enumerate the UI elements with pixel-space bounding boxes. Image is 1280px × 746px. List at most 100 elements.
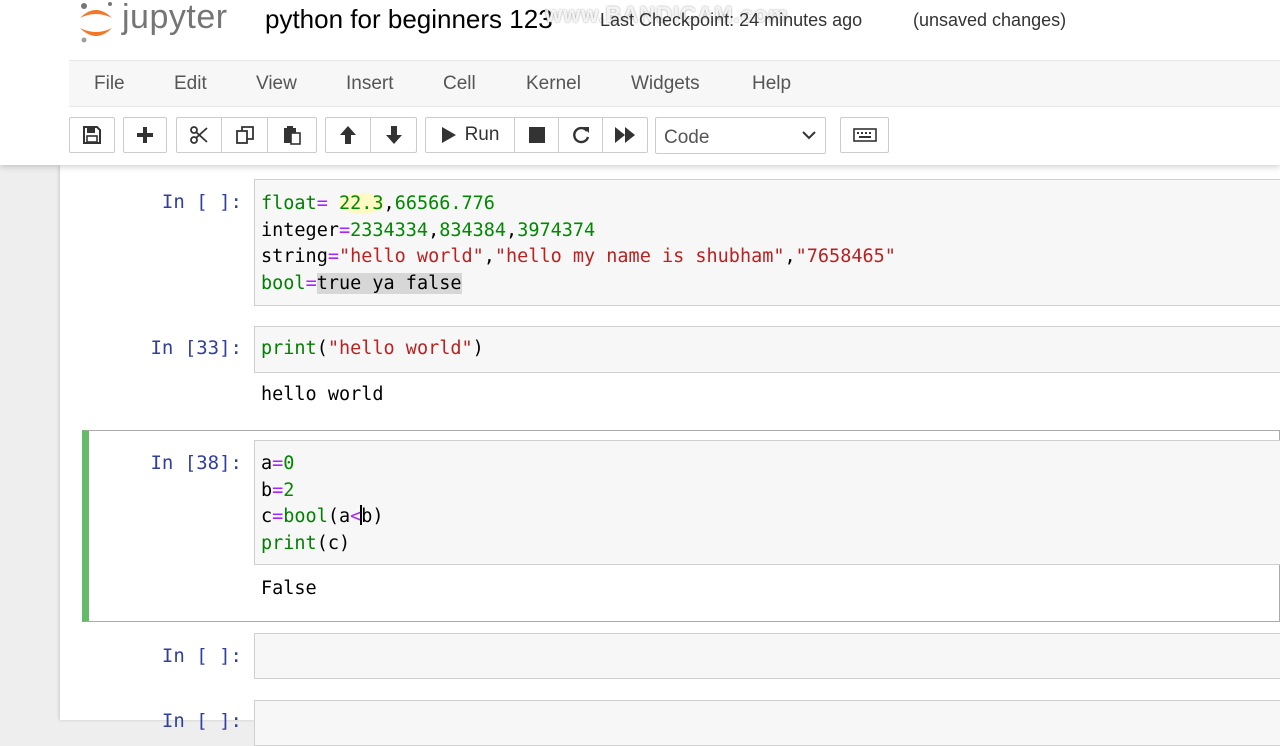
code-input[interactable]: a=0 b=2 c=bool(a<b) print(c) bbox=[254, 440, 1280, 565]
restart-button[interactable] bbox=[558, 117, 603, 153]
stop-icon bbox=[528, 127, 545, 143]
code-input[interactable]: float= 22.3,66566.776 integer=2334334,83… bbox=[254, 179, 1280, 306]
code-token: = bbox=[316, 193, 339, 214]
unsaved-status: (unsaved changes) bbox=[913, 10, 1067, 30]
cell-output: False bbox=[261, 578, 317, 599]
code-token: , bbox=[428, 219, 440, 241]
menu-view[interactable]: View bbox=[256, 73, 297, 95]
copy-button[interactable] bbox=[221, 117, 268, 153]
keyboard-icon bbox=[852, 128, 877, 142]
code-token: = bbox=[327, 246, 339, 268]
jupyter-logo-icon bbox=[80, 2, 112, 43]
cell-type-select[interactable]: Code bbox=[655, 117, 826, 154]
code-token: "7658465" bbox=[795, 246, 896, 268]
code-token: bool bbox=[283, 506, 328, 528]
menu-help[interactable]: Help bbox=[752, 73, 791, 95]
code-token: b) bbox=[361, 506, 384, 528]
code-token: (a bbox=[327, 506, 351, 528]
code-token: 2334334 bbox=[350, 219, 429, 241]
code-line: print(c) bbox=[261, 531, 1280, 558]
code-line: b=2 bbox=[261, 478, 1280, 505]
run-label: Run bbox=[464, 124, 500, 145]
code-token: = bbox=[272, 479, 284, 501]
code-input[interactable] bbox=[254, 700, 1280, 746]
code-token: 0 bbox=[283, 453, 295, 474]
notebook-header: jupyter python for beginners 123 www.BAN… bbox=[0, 0, 1280, 165]
code-token: , bbox=[506, 219, 518, 241]
arrow-down-icon bbox=[385, 126, 402, 144]
move-down-button[interactable] bbox=[370, 117, 417, 153]
logo-text: jupyter bbox=[122, 0, 228, 36]
paste-icon bbox=[284, 126, 301, 145]
code-token: b bbox=[261, 479, 273, 501]
input-prompt: In [ ]: bbox=[161, 645, 242, 667]
menu-widgets[interactable]: Widgets bbox=[631, 73, 700, 95]
scissors-icon bbox=[190, 126, 208, 144]
insert-cell-button[interactable] bbox=[123, 117, 167, 153]
code-token: float bbox=[261, 193, 317, 214]
code-token: 2 bbox=[283, 479, 295, 501]
input-prompt: In [ ]: bbox=[161, 710, 242, 732]
arrow-up-icon bbox=[340, 126, 356, 144]
chevron-down-icon bbox=[802, 131, 816, 140]
code-token: a bbox=[261, 453, 273, 474]
code-token: 22.3 bbox=[338, 193, 384, 214]
input-prompt: In [33]: bbox=[150, 337, 242, 359]
code-token: , bbox=[383, 193, 395, 214]
play-icon bbox=[441, 127, 456, 143]
code-line: string="hello world","hello my name is s… bbox=[261, 244, 1280, 271]
code-input[interactable] bbox=[254, 633, 1280, 679]
command-palette-button[interactable] bbox=[840, 117, 889, 153]
code-token: , bbox=[784, 246, 796, 268]
save-icon bbox=[83, 126, 101, 144]
plus-icon bbox=[137, 127, 153, 143]
checkpoint-status: Last Checkpoint: 24 minutes ago bbox=[600, 10, 863, 30]
code-line: c=bool(a<b) bbox=[261, 504, 1280, 531]
move-up-button[interactable] bbox=[325, 117, 371, 153]
restart-run-all-button[interactable] bbox=[602, 117, 648, 153]
code-token: = bbox=[338, 219, 351, 241]
paste-button[interactable] bbox=[267, 117, 317, 153]
save-button[interactable] bbox=[69, 117, 115, 153]
menu-edit[interactable]: Edit bbox=[174, 73, 207, 95]
code-token: "hello world" bbox=[338, 246, 484, 268]
code-token: = bbox=[305, 272, 317, 294]
copy-icon bbox=[235, 126, 254, 144]
code-token: string bbox=[261, 246, 328, 268]
input-prompt: In [38]: bbox=[150, 452, 242, 474]
menu-file[interactable]: File bbox=[94, 73, 125, 95]
restart-icon bbox=[572, 126, 589, 144]
code-token: print bbox=[261, 338, 317, 359]
code-token: ( bbox=[316, 338, 328, 359]
fast-forward-icon bbox=[615, 127, 635, 143]
code-line: integer=2334334,834384,3974374 bbox=[261, 218, 1280, 245]
run-button[interactable]: Run bbox=[425, 117, 515, 153]
interrupt-button[interactable] bbox=[514, 117, 559, 153]
menu-insert[interactable]: Insert bbox=[346, 73, 394, 95]
code-token: 834384 bbox=[439, 219, 507, 241]
code-token: true ya false bbox=[316, 272, 462, 294]
cut-button[interactable] bbox=[176, 117, 222, 153]
notebook-container: In [ ]: float= 22.3,66566.776 integer=23… bbox=[60, 165, 1280, 746]
code-line: a=0 bbox=[261, 451, 1280, 478]
code-line: print("hello world") bbox=[261, 336, 1280, 363]
code-line: float= 22.3,66566.776 bbox=[261, 191, 1280, 218]
menu-kernel[interactable]: Kernel bbox=[526, 73, 581, 95]
code-token: 66566.776 bbox=[394, 193, 495, 214]
code-token: = bbox=[272, 506, 284, 528]
code-token: 3974374 bbox=[517, 219, 596, 241]
menu-cell[interactable]: Cell bbox=[443, 73, 476, 95]
code-token: , bbox=[483, 246, 495, 268]
code-token: "hello my name is shubham" bbox=[494, 246, 785, 268]
code-token: = bbox=[272, 453, 284, 474]
cell-type-value: Code bbox=[664, 127, 710, 148]
code-input[interactable]: print("hello world") bbox=[254, 326, 1280, 373]
cell-output: hello world bbox=[261, 384, 384, 405]
code-token: bool bbox=[261, 272, 306, 294]
notebook-title[interactable]: python for beginners 123 bbox=[265, 4, 553, 35]
code-token: integer bbox=[261, 219, 339, 241]
menu-bar: File Edit View Insert Cell Kernel Widget… bbox=[69, 60, 1280, 107]
code-token: c bbox=[261, 506, 273, 528]
code-token: ) bbox=[472, 338, 484, 359]
code-line: bool=true ya false bbox=[261, 271, 1280, 298]
